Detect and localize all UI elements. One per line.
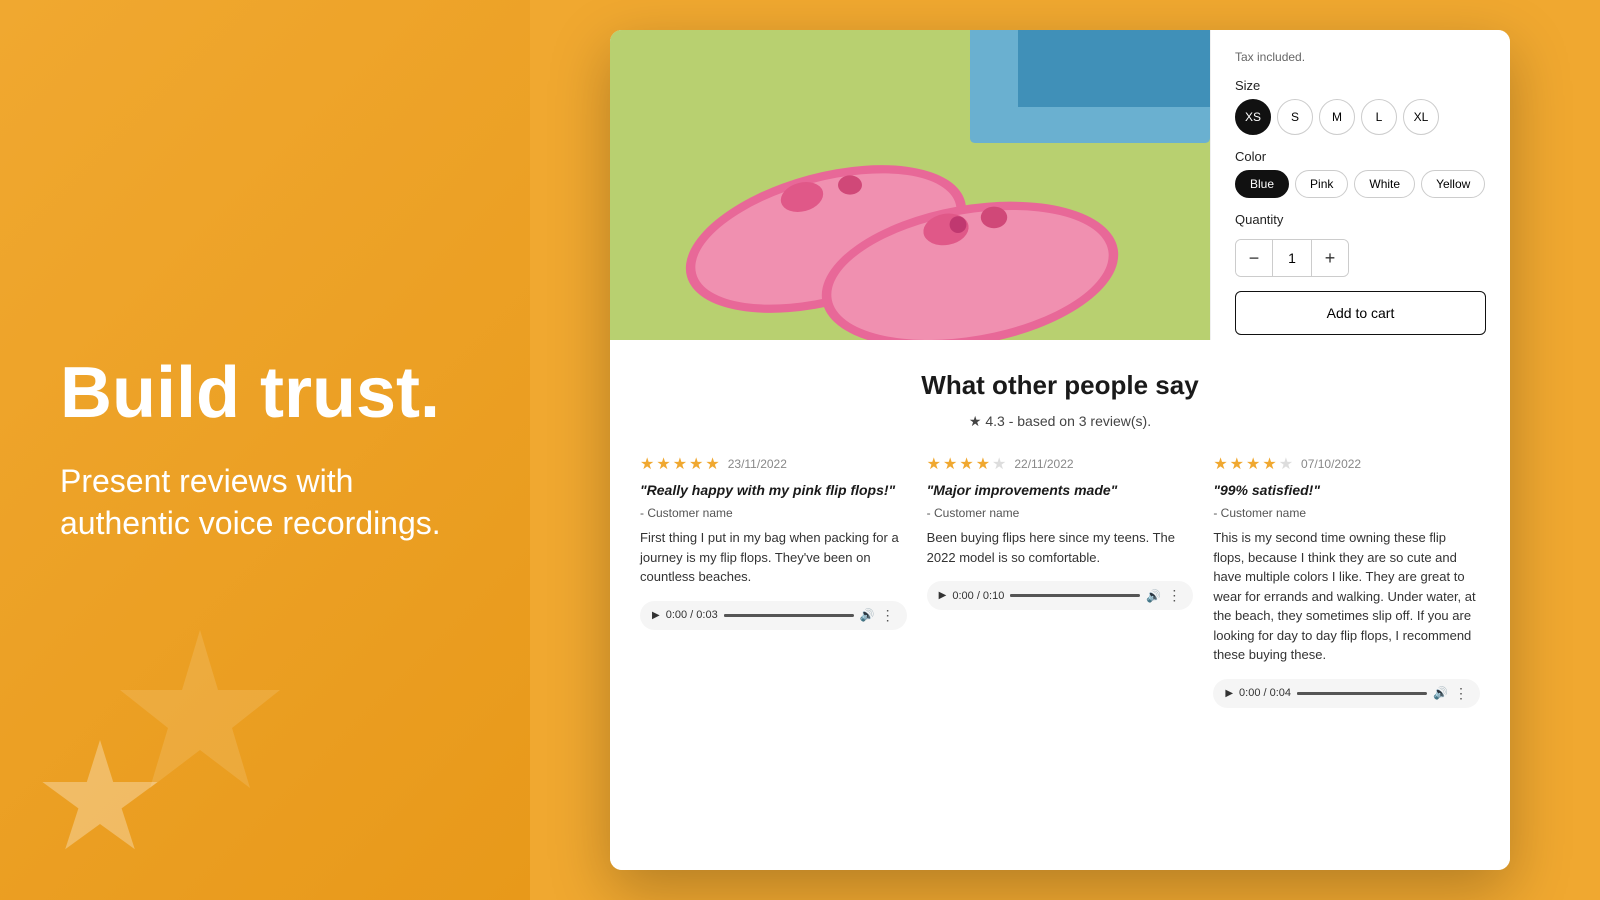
- review-date-3: 07/10/2022: [1301, 457, 1361, 471]
- review-stars-row-2: ★ ★ ★ ★ ★ 22/11/2022: [927, 454, 1194, 474]
- left-panel: Build trust. Present reviews with authen…: [0, 0, 530, 900]
- review-body-2: Been buying flips here since my teens. T…: [927, 528, 1194, 567]
- subtext: Present reviews with authentic voice rec…: [60, 461, 470, 544]
- tax-included-label: Tax included.: [1235, 50, 1486, 64]
- color-white[interactable]: White: [1354, 170, 1415, 198]
- star-1-1: ★: [640, 454, 654, 474]
- star-1-3: ★: [673, 454, 687, 474]
- quantity-decrease-button[interactable]: −: [1236, 240, 1272, 276]
- size-s[interactable]: S: [1277, 99, 1313, 135]
- color-section: Color Blue Pink White Yellow: [1235, 149, 1486, 198]
- color-options: Blue Pink White Yellow: [1235, 170, 1486, 198]
- stars-3: ★ ★ ★ ★ ★: [1213, 454, 1293, 474]
- size-xs[interactable]: XS: [1235, 99, 1271, 135]
- audio-player-2: ▶ 0:00 / 0:10 🔊 ⋮: [927, 581, 1194, 610]
- star-1-2: ★: [656, 454, 670, 474]
- size-section: Size XS S M L XL: [1235, 78, 1486, 135]
- review-stars-row-1: ★ ★ ★ ★ ★ 23/11/2022: [640, 454, 907, 474]
- quantity-control: − +: [1235, 239, 1349, 277]
- review-title-1: "Really happy with my pink flip flops!": [640, 482, 907, 498]
- star-3-5: ★: [1279, 454, 1293, 474]
- reviews-section: What other people say ★ 4.3 - based on 3…: [610, 340, 1510, 870]
- review-author-3: - Customer name: [1213, 506, 1480, 520]
- review-author-2: - Customer name: [927, 506, 1194, 520]
- more-options-icon-3[interactable]: ⋮: [1454, 685, 1468, 702]
- star-3-4: ★: [1262, 454, 1276, 474]
- stars-1: ★ ★ ★ ★ ★: [640, 454, 720, 474]
- audio-progress-3: [1297, 692, 1427, 695]
- review-author-1: - Customer name: [640, 506, 907, 520]
- volume-icon-3[interactable]: 🔊: [1433, 686, 1448, 700]
- deco-star-icon: [40, 740, 160, 860]
- flip-flop-svg: [610, 30, 1210, 340]
- product-section: Tax included. Size XS S M L XL Color: [610, 30, 1510, 340]
- review-card-2: ★ ★ ★ ★ ★ 22/11/2022 "Major improvements…: [927, 454, 1194, 708]
- right-area: Tax included. Size XS S M L XL Color: [530, 0, 1600, 900]
- audio-time-2: 0:00 / 0:10: [952, 590, 1004, 602]
- star-2-1: ★: [927, 454, 941, 474]
- star-3-3: ★: [1246, 454, 1260, 474]
- review-title-2: "Major improvements made": [927, 482, 1194, 498]
- add-to-cart-button[interactable]: Add to cart: [1235, 291, 1486, 335]
- audio-progress-fill-3: [1297, 692, 1336, 695]
- audio-progress-fill-1: [724, 614, 763, 617]
- audio-progress-fill-2: [1010, 594, 1049, 597]
- audio-time-1: 0:00 / 0:03: [666, 609, 718, 621]
- headline: Build trust.: [60, 356, 470, 432]
- review-stars-row-3: ★ ★ ★ ★ ★ 07/10/2022: [1213, 454, 1480, 474]
- quantity-label: Quantity: [1235, 212, 1486, 227]
- audio-time-3: 0:00 / 0:04: [1239, 687, 1291, 699]
- review-date-2: 22/11/2022: [1014, 457, 1073, 471]
- audio-progress-1: [724, 614, 854, 617]
- star-3-2: ★: [1230, 454, 1244, 474]
- star-2-3: ★: [959, 454, 973, 474]
- reviews-title: What other people say: [640, 370, 1480, 401]
- review-body-3: This is my second time owning these flip…: [1213, 528, 1480, 665]
- quantity-increase-button[interactable]: +: [1312, 240, 1348, 276]
- size-l[interactable]: L: [1361, 99, 1397, 135]
- volume-icon-1[interactable]: 🔊: [860, 608, 875, 622]
- size-xl[interactable]: XL: [1403, 99, 1439, 135]
- review-card-1: ★ ★ ★ ★ ★ 23/11/2022 "Really happy with …: [640, 454, 907, 708]
- audio-progress-2: [1010, 594, 1140, 597]
- play-button-1[interactable]: ▶: [652, 610, 660, 621]
- quantity-section: Quantity − +: [1235, 212, 1486, 277]
- star-2-4: ★: [976, 454, 990, 474]
- more-options-icon-2[interactable]: ⋮: [1167, 587, 1181, 604]
- color-pink[interactable]: Pink: [1295, 170, 1348, 198]
- color-label: Color: [1235, 149, 1486, 164]
- reviews-summary: ★ 4.3 - based on 3 review(s).: [640, 413, 1480, 430]
- star-3-1: ★: [1213, 454, 1227, 474]
- reviews-grid: ★ ★ ★ ★ ★ 23/11/2022 "Really happy with …: [640, 454, 1480, 708]
- size-m[interactable]: M: [1319, 99, 1355, 135]
- star-1-5: ★: [705, 454, 719, 474]
- product-image: [610, 30, 1210, 340]
- color-yellow[interactable]: Yellow: [1421, 170, 1485, 198]
- color-blue[interactable]: Blue: [1235, 170, 1289, 198]
- play-button-3[interactable]: ▶: [1225, 688, 1233, 699]
- star-2-5: ★: [992, 454, 1006, 474]
- star-1-4: ★: [689, 454, 703, 474]
- star-2-2: ★: [943, 454, 957, 474]
- review-body-1: First thing I put in my bag when packing…: [640, 528, 907, 587]
- product-controls: Tax included. Size XS S M L XL Color: [1210, 30, 1510, 340]
- audio-player-3: ▶ 0:00 / 0:04 🔊 ⋮: [1213, 679, 1480, 708]
- browser-window: Tax included. Size XS S M L XL Color: [610, 30, 1510, 870]
- product-image-area: [610, 30, 1210, 340]
- size-label: Size: [1235, 78, 1486, 93]
- volume-icon-2[interactable]: 🔊: [1146, 589, 1161, 603]
- more-options-icon-1[interactable]: ⋮: [881, 607, 895, 624]
- quantity-input[interactable]: [1272, 240, 1312, 276]
- review-date-1: 23/11/2022: [728, 457, 787, 471]
- review-title-3: "99% satisfied!": [1213, 482, 1480, 498]
- play-button-2[interactable]: ▶: [939, 590, 947, 601]
- review-card-3: ★ ★ ★ ★ ★ 07/10/2022 "99% satisfied!" - …: [1213, 454, 1480, 708]
- audio-player-1: ▶ 0:00 / 0:03 🔊 ⋮: [640, 601, 907, 630]
- size-options: XS S M L XL: [1235, 99, 1486, 135]
- stars-2: ★ ★ ★ ★ ★: [927, 454, 1007, 474]
